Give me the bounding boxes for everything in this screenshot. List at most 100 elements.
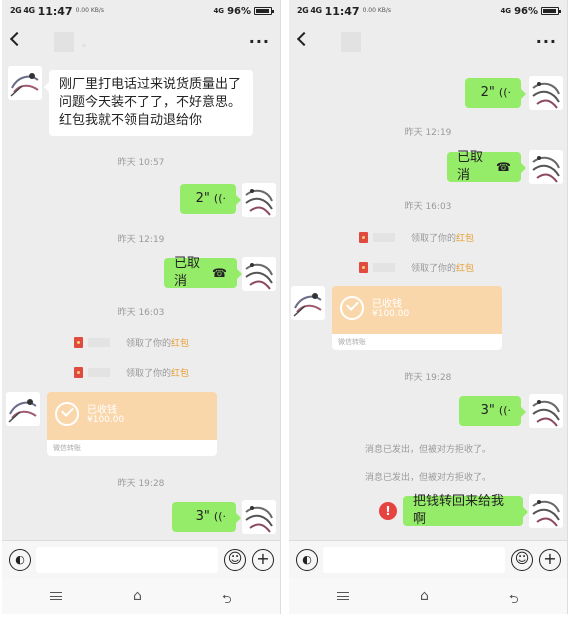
my-avatar[interactable]: [529, 76, 563, 110]
my-avatar[interactable]: [242, 500, 276, 534]
battery-percent: 96%: [514, 5, 538, 17]
my-avatar[interactable]: [242, 183, 276, 217]
network-speed: 0.00 KB/s: [362, 7, 392, 14]
red-packet-notice-text: 领取了你的: [411, 264, 457, 274]
contact-avatar[interactable]: [6, 392, 40, 426]
red-packet-link[interactable]: 红包: [456, 261, 474, 274]
outgoing-message-text: 把钱转回来给我啊: [413, 494, 505, 527]
menu-icon[interactable]: [50, 592, 62, 600]
my-avatar[interactable]: [529, 494, 563, 528]
back-icon[interactable]: ⮌: [509, 590, 519, 611]
status-time: 11:47: [37, 4, 73, 18]
input-bar: ◐ ☺ +: [2, 540, 280, 578]
voice-wave-icon: ((·: [498, 86, 511, 99]
system-nav-bar: ⌂ ⮌: [289, 578, 567, 614]
voice-wave-icon: ((·: [213, 192, 226, 205]
red-packet-icon: [359, 262, 368, 273]
outgoing-message-bubble[interactable]: 把钱转回来给我啊: [403, 494, 528, 527]
battery-icon: [541, 7, 561, 15]
battery-icon: [254, 7, 274, 15]
red-packet-notice: 领取了你的 红包: [359, 231, 474, 244]
voice-duration: 3": [480, 403, 495, 418]
transfer-amount: ¥100.00: [87, 415, 125, 425]
name-redacted: [373, 263, 395, 272]
check-circle-icon: [340, 296, 364, 320]
red-packet-notice-text: 领取了你的: [126, 339, 172, 349]
message-input[interactable]: [323, 547, 505, 573]
red-packet-icon: [74, 337, 83, 348]
red-packet-icon: [359, 232, 368, 243]
home-icon[interactable]: ⌂: [133, 589, 147, 603]
timestamp: 昨天 12:19: [404, 128, 452, 138]
voice-input-icon[interactable]: ◐: [9, 549, 31, 571]
my-avatar[interactable]: [529, 150, 563, 184]
red-packet-notice: 领取了你的 红包: [74, 336, 189, 349]
transfer-status: 已收钱: [87, 405, 117, 416]
emoji-icon[interactable]: ☺: [224, 549, 246, 571]
name-redacted: [88, 338, 110, 347]
voice-wave-icon: ((·: [213, 510, 226, 523]
signal-indicator: 2G 4G: [10, 6, 35, 15]
left-phone-screenshot: 2G 4G 11:47 0.00 KB/s 4G 96% ··· 刚厂里打电话过…: [2, 0, 281, 614]
cancelled-call-bubble[interactable]: 已取消 ☎: [164, 256, 242, 289]
menu-icon[interactable]: [337, 592, 349, 600]
contact-name-redacted: [341, 32, 361, 52]
voice-message-bubble[interactable]: 2" ((·: [180, 184, 241, 214]
rejected-notice: 消息已发出，但被对方拒收了。: [364, 445, 491, 455]
system-nav-bar: ⌂ ⮌: [2, 578, 280, 614]
voice-message-bubble[interactable]: 3" ((·: [459, 396, 526, 426]
voice-wave-icon: ((·: [498, 404, 511, 417]
more-options-icon[interactable]: ···: [249, 32, 270, 51]
red-packet-icon: [74, 367, 83, 378]
name-redacted: [373, 233, 395, 242]
contact-avatar[interactable]: [291, 286, 325, 320]
signal-indicator: 2G 4G: [297, 6, 322, 15]
voice-duration: 2": [195, 191, 210, 206]
voice-duration: 2": [480, 85, 495, 100]
incoming-message-bubble[interactable]: 刚厂里打电话过来说货质量出了问题今天装不了了，不好意思。红包我就不领自动退给你: [44, 70, 253, 136]
status-bar: 2G 4G 11:47 0.00 KB/s 4G 96%: [2, 0, 280, 22]
phone-hangup-icon: ☎: [496, 160, 511, 174]
red-packet-link[interactable]: 红包: [171, 336, 189, 349]
transfer-card[interactable]: 已收钱 ¥100.00 微信转账: [47, 392, 217, 456]
signal-4g: 4G: [213, 7, 225, 15]
contact-name-redacted: [82, 44, 86, 47]
home-icon[interactable]: ⌂: [420, 589, 434, 603]
voice-message-bubble[interactable]: 2" ((·: [465, 78, 526, 108]
network-speed: 0.00 KB/s: [75, 7, 105, 14]
chat-title-bar: ···: [289, 24, 567, 60]
timestamp: 昨天 12:19: [117, 235, 165, 245]
timestamp: 昨天 19:28: [404, 373, 452, 383]
plus-icon[interactable]: +: [252, 549, 274, 571]
back-arrow-icon[interactable]: [9, 31, 25, 47]
red-packet-link[interactable]: 红包: [171, 366, 189, 379]
transfer-card[interactable]: 已收钱 ¥100.00 微信转账: [332, 286, 502, 350]
red-packet-notice: 领取了你的 红包: [74, 366, 189, 379]
more-options-icon[interactable]: ···: [536, 32, 557, 51]
transfer-status: 已收钱: [372, 299, 402, 310]
transfer-amount: ¥100.00: [372, 309, 410, 319]
voice-message-bubble[interactable]: 3" ((·: [172, 502, 241, 532]
cancelled-call-bubble[interactable]: 已取消 ☎: [447, 150, 526, 183]
check-circle-icon: [55, 402, 79, 426]
emoji-icon[interactable]: ☺: [511, 549, 533, 571]
my-avatar[interactable]: [242, 257, 276, 291]
contact-avatar[interactable]: [8, 66, 42, 100]
warning-icon[interactable]: !: [379, 502, 397, 520]
message-input[interactable]: [36, 547, 218, 573]
timestamp: 昨天 16:03: [117, 308, 165, 318]
red-packet-link[interactable]: 红包: [456, 231, 474, 244]
transfer-footer: 微信转账: [332, 334, 502, 350]
timestamp: 昨天 10:57: [117, 158, 165, 168]
voice-input-icon[interactable]: ◐: [296, 549, 318, 571]
back-arrow-icon[interactable]: [296, 31, 312, 47]
timestamp: 昨天 16:03: [404, 202, 452, 212]
phone-hangup-icon: ☎: [212, 266, 227, 280]
plus-icon[interactable]: +: [539, 549, 561, 571]
chat-title-bar: ···: [2, 24, 280, 60]
status-time: 11:47: [324, 4, 360, 18]
back-icon[interactable]: ⮌: [222, 590, 232, 611]
my-avatar[interactable]: [529, 394, 563, 428]
signal-4g: 4G: [500, 7, 512, 15]
input-bar: ◐ ☺ +: [289, 540, 567, 578]
